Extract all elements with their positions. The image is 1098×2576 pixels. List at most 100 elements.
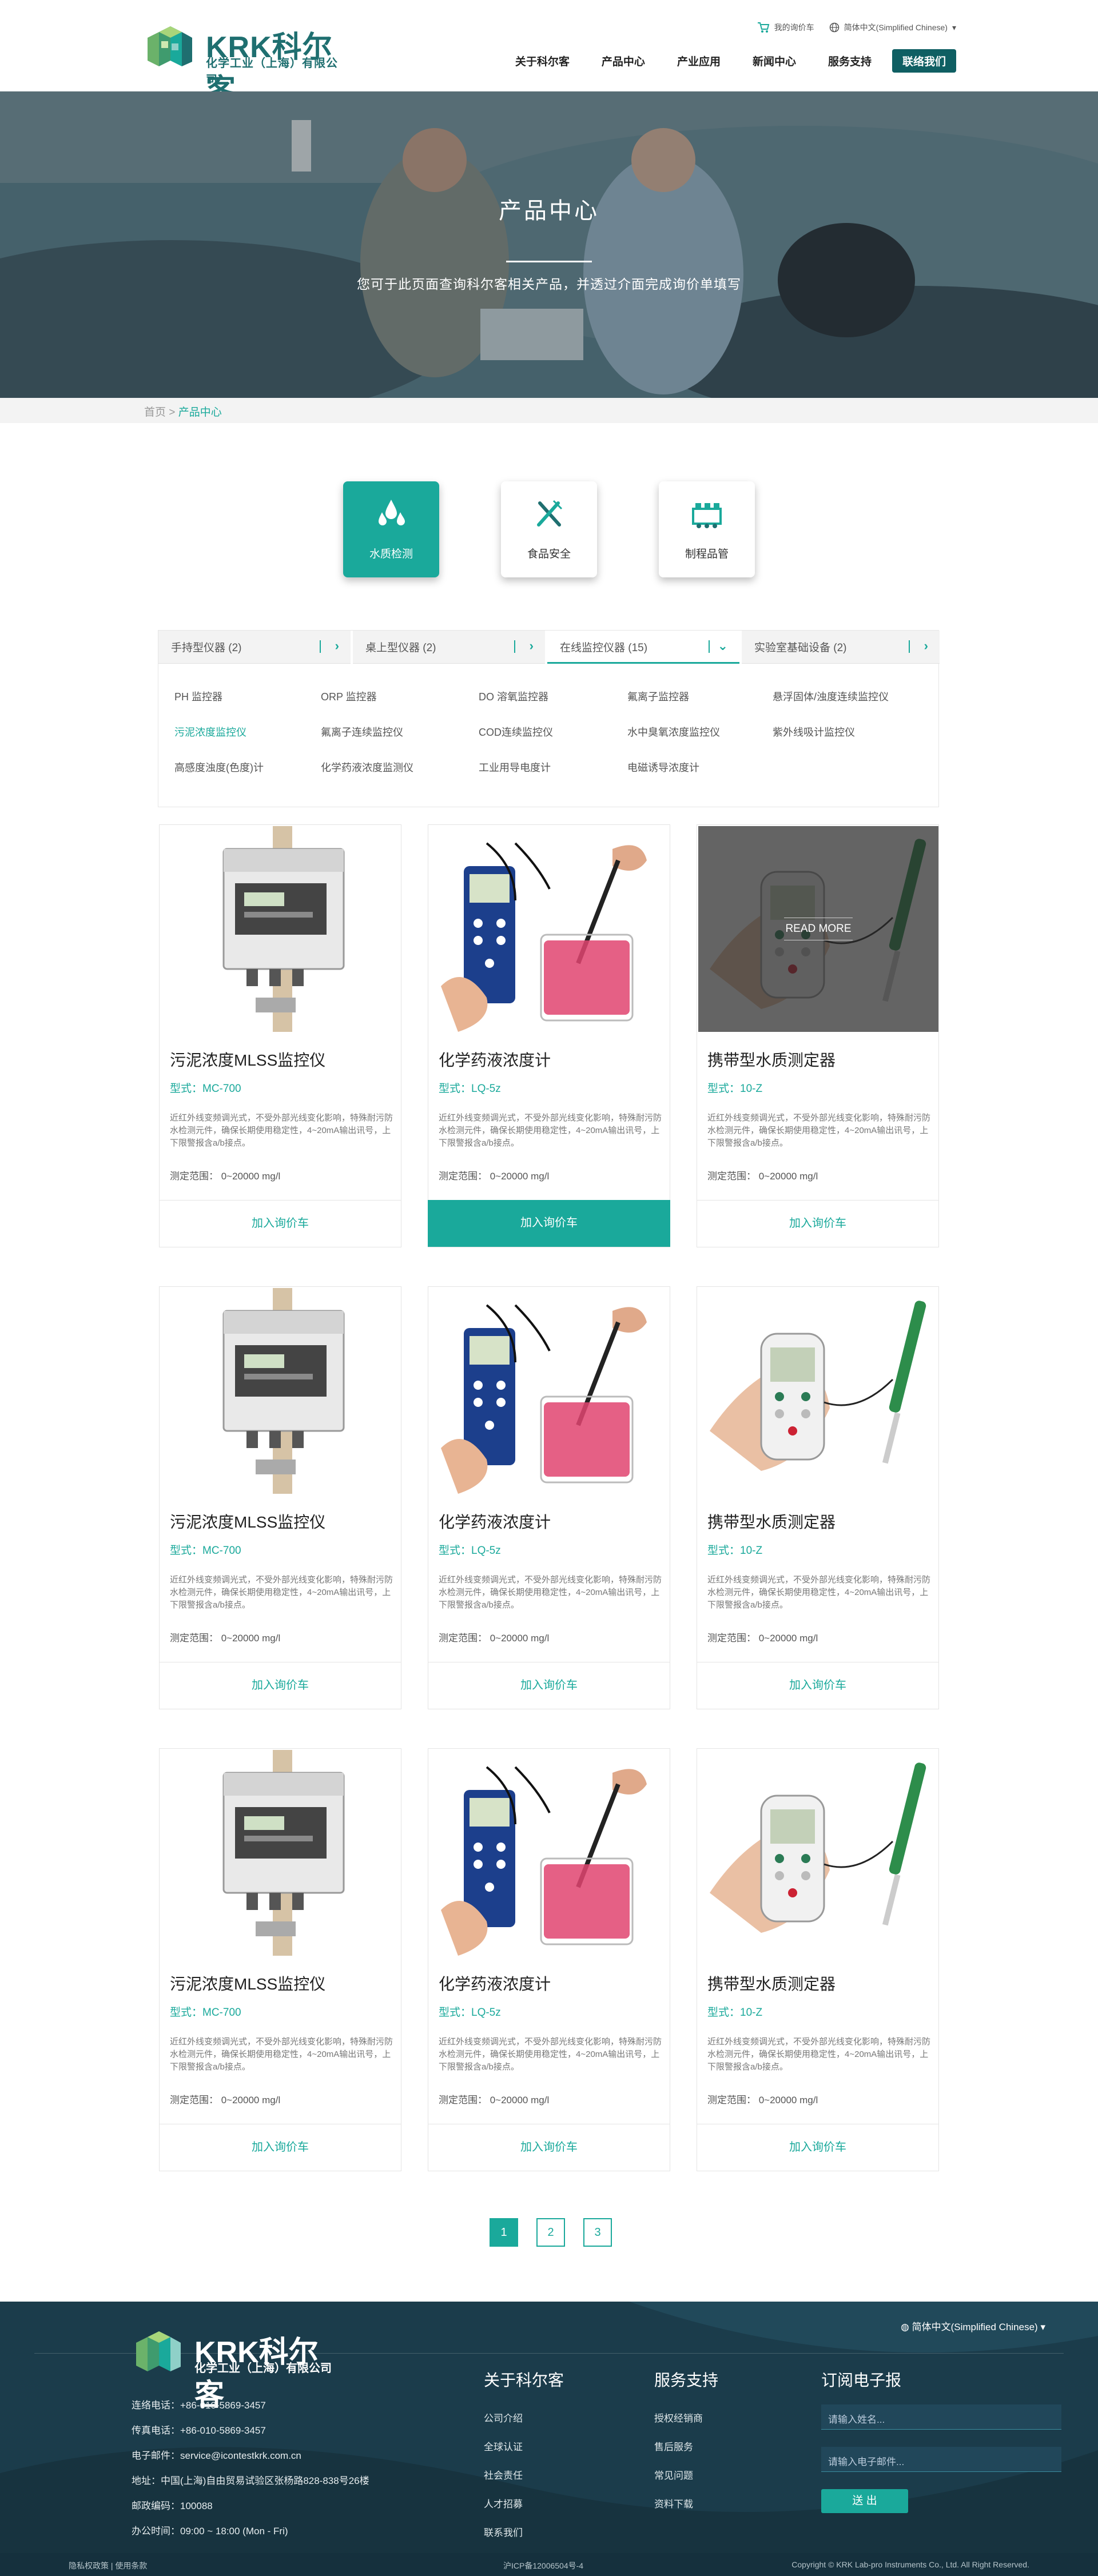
category-food[interactable]: 食品安全 xyxy=(501,481,597,577)
filter-item[interactable]: 水中臭氧浓度监控仪 xyxy=(627,724,720,739)
language-selector[interactable]: 简体中文(Simplified Chinese) ▾ xyxy=(829,22,956,33)
footer-link[interactable]: 联系我们 xyxy=(484,2519,564,2547)
product-image[interactable] xyxy=(429,1288,670,1494)
breadcrumb-bar: 首页 > 产品中心 xyxy=(0,398,1098,423)
filter-item[interactable]: 高感度浊度(色度)计 xyxy=(174,760,264,775)
product-photo xyxy=(429,1288,670,1494)
tab-benchtop[interactable]: 桌上型仪器 (2) › xyxy=(353,631,545,664)
newsletter-submit-button[interactable]: 送 出 xyxy=(821,2489,908,2513)
filter-item[interactable]: PH 监控器 xyxy=(174,689,222,704)
read-more-button[interactable]: READ MORE xyxy=(784,918,853,940)
product-name[interactable]: 污泥浓度MLSS监控仪 xyxy=(170,1972,325,1995)
add-to-cart-button[interactable]: 加入询价车 xyxy=(428,1200,670,1247)
filter-item[interactable]: 化学药液浓度监测仪 xyxy=(321,760,413,775)
product-name[interactable]: 污泥浓度MLSS监控仪 xyxy=(170,1048,325,1071)
product-name[interactable]: 污泥浓度MLSS监控仪 xyxy=(170,1510,325,1533)
product-photo xyxy=(709,1761,928,1934)
filter-item[interactable]: 悬浮固体/浊度连续监控仪 xyxy=(773,689,889,704)
footer-link[interactable]: 售后服务 xyxy=(654,2433,718,2462)
category-label: 水质检测 xyxy=(369,548,413,560)
nav-about[interactable]: 关于科尔客 xyxy=(515,53,570,69)
product-card: 污泥浓度MLSS监控仪 型式：MC-700 近红外线变频调光式，不受外部光线变化… xyxy=(159,824,401,1247)
product-image[interactable] xyxy=(429,1750,670,1956)
product-image[interactable] xyxy=(161,1750,401,1956)
footer-link[interactable]: 资料下载 xyxy=(654,2490,718,2519)
nav-industry[interactable]: 产业应用 xyxy=(677,53,721,69)
product-model: 型式：10-Z xyxy=(707,2007,763,2019)
tab-lab[interactable]: 实验室基础设备 (2) › xyxy=(742,631,940,664)
product-image[interactable] xyxy=(161,826,401,1032)
contact-email[interactable]: 电子邮件：service@icontestkrk.com.cn xyxy=(132,2443,369,2469)
footer-link[interactable]: 社会责任 xyxy=(484,2462,564,2490)
product-name[interactable]: 化学药液浓度计 xyxy=(439,1510,551,1533)
newsletter-email-input[interactable]: 请输入电子邮件... xyxy=(821,2447,1061,2472)
page-button-3[interactable]: 3 xyxy=(583,2218,612,2247)
tab-label: 桌上型仪器 (2) xyxy=(365,642,436,654)
add-to-cart-button[interactable]: 加入询价车 xyxy=(160,2124,401,2171)
category-tiles: 水质检测 食品安全 制程品管 xyxy=(343,481,755,579)
product-card: 携带型水质测定器 型式：10-Z 近红外线变频调光式，不受外部光线变化影响，特殊… xyxy=(697,1286,939,1709)
product-image[interactable] xyxy=(698,1288,938,1494)
filter-item[interactable]: 氟离子连续监控仪 xyxy=(321,724,403,739)
filter-item[interactable]: DO 溶氧监控器 xyxy=(479,689,548,704)
footer-link[interactable]: 公司介绍 xyxy=(484,2404,564,2433)
filter-item[interactable]: ORP 监控器 xyxy=(321,689,377,704)
water-drops-icon xyxy=(379,500,405,525)
product-name[interactable]: 化学药液浓度计 xyxy=(439,1048,551,1071)
product-model: 型式：MC-700 xyxy=(170,2007,241,2019)
product-name[interactable]: 化学药液浓度计 xyxy=(439,1972,551,1995)
add-to-cart-button[interactable]: 加入询价车 xyxy=(160,1662,401,1709)
filter-item[interactable]: 电磁诱导浓度计 xyxy=(627,760,699,775)
nav-news[interactable]: 新闻中心 xyxy=(753,53,796,69)
product-range: 测定范围： 0~20000 mg/l xyxy=(170,1171,281,1182)
product-image[interactable] xyxy=(161,1288,401,1494)
footer-link[interactable]: 常见问题 xyxy=(654,2462,718,2490)
product-image[interactable] xyxy=(698,1750,938,1956)
product-photo xyxy=(222,1750,345,1956)
product-image[interactable] xyxy=(429,826,670,1032)
footer-link[interactable]: 授权经销商 xyxy=(654,2404,718,2433)
caret-down-icon: ▾ xyxy=(1040,2322,1045,2332)
add-to-cart-button[interactable]: 加入询价车 xyxy=(697,2124,938,2171)
product-range: 测定范围： 0~20000 mg/l xyxy=(707,1633,818,1644)
product-name[interactable]: 携带型水质测定器 xyxy=(707,1510,836,1533)
filter-item[interactable]: COD连续监控仪 xyxy=(479,724,553,739)
add-to-cart-button[interactable]: 加入询价车 xyxy=(160,1200,401,1247)
filter-item[interactable]: 工业用导电度计 xyxy=(479,760,551,775)
page-button-2[interactable]: 2 xyxy=(536,2218,565,2247)
logo[interactable]: KRK科尔客 化学工业（上海）有限公司 xyxy=(142,18,348,107)
tab-online[interactable]: 在线监控仪器 (15) ⌄ xyxy=(547,631,739,664)
add-to-cart-button[interactable]: 加入询价车 xyxy=(428,1662,670,1709)
product-name[interactable]: 携带型水质测定器 xyxy=(707,1048,836,1071)
footer-copyright: Copyright © KRK Lab-pro Instruments Co.,… xyxy=(791,2560,1029,2569)
category-water[interactable]: 水质检测 xyxy=(343,481,439,577)
cart-link[interactable]: 我的询价车 xyxy=(757,22,814,33)
add-to-cart-button[interactable]: 加入询价车 xyxy=(428,2124,670,2171)
add-to-cart-button[interactable]: 加入询价车 xyxy=(697,1662,938,1709)
newsletter-name-input[interactable]: 请输入姓名... xyxy=(821,2404,1061,2430)
subcategory-filter: 手持型仪器 (2) › 桌上型仪器 (2) › 在线监控仪器 (15) ⌄ 实验… xyxy=(158,630,940,807)
product-card: READ MORE 携带型水质测定器 型式：10-Z 近红外线变频调光式，不受外… xyxy=(697,824,939,1247)
product-image[interactable]: READ MORE xyxy=(698,826,938,1032)
filter-item[interactable]: 氟离子监控器 xyxy=(627,689,689,704)
page-button-1[interactable]: 1 xyxy=(490,2218,518,2247)
nav-products[interactable]: 产品中心 xyxy=(602,53,645,69)
nav-service[interactable]: 服务支持 xyxy=(828,53,872,69)
product-name[interactable]: 携带型水质测定器 xyxy=(707,1972,836,1995)
breadcrumb-separator: > xyxy=(169,406,176,418)
footer-language-selector[interactable]: ◍ 简体中文(Simplified Chinese) ▾ xyxy=(901,2319,1045,2333)
footer-link[interactable]: 人才招募 xyxy=(484,2490,564,2519)
footer-policy-links[interactable]: 隐私权政策 | 使用条款 xyxy=(69,2560,147,2571)
factory-icon xyxy=(692,503,722,528)
footer-link[interactable]: 全球认证 xyxy=(484,2433,564,2462)
product-photo xyxy=(709,1299,928,1472)
category-process[interactable]: 制程品管 xyxy=(659,481,755,577)
filter-item[interactable]: 紫外线吸计监控仪 xyxy=(773,724,855,739)
product-description: 近红外线变频调光式，不受外部光线变化影响，特殊耐污防水检测元件，确保长期使用稳定… xyxy=(707,1113,931,1148)
tab-handheld[interactable]: 手持型仪器 (2) › xyxy=(158,631,351,664)
contact-button[interactable]: 联络我们 xyxy=(892,49,956,73)
add-to-cart-button[interactable]: 加入询价车 xyxy=(697,1200,938,1247)
filter-item-selected[interactable]: 污泥浓度监控仪 xyxy=(174,724,246,739)
footer-logo[interactable]: KRK科尔客 化学工业（上海）有限公司 xyxy=(130,2323,336,2412)
breadcrumb-home[interactable]: 首页 xyxy=(144,406,166,418)
